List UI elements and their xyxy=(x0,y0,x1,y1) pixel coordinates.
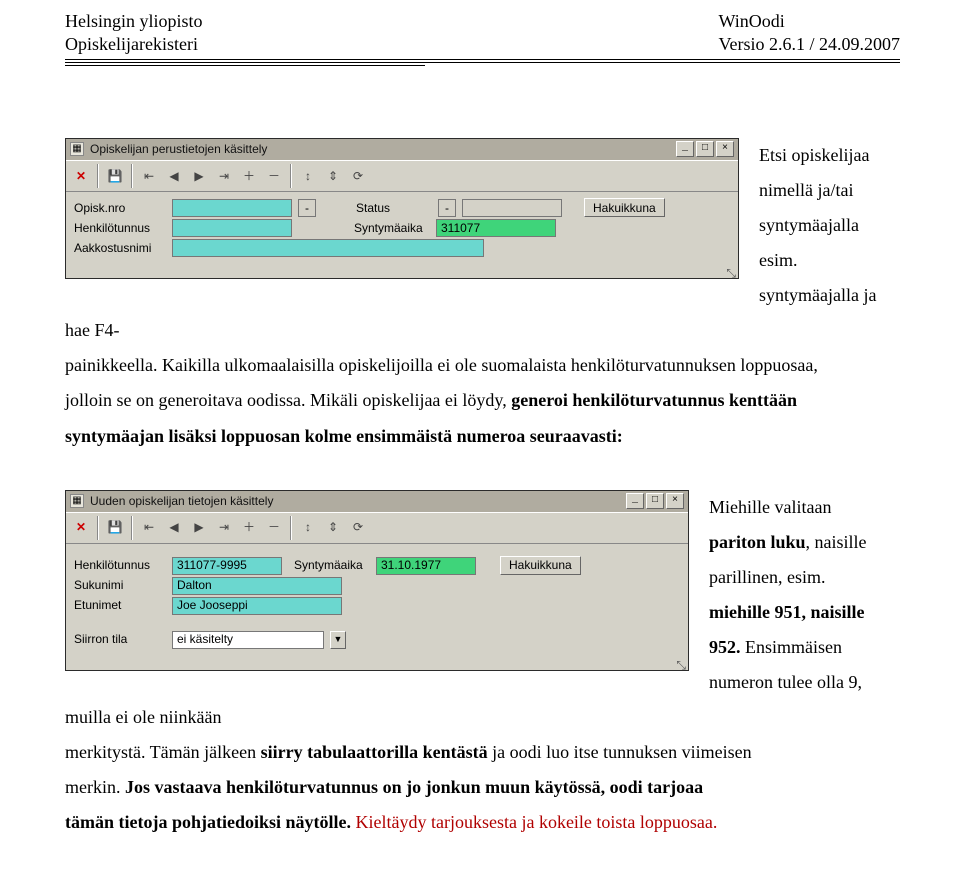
text-warning: Kieltäydy tarjouksesta ja kokeile toista… xyxy=(356,812,718,832)
text: esim. xyxy=(759,250,798,270)
text: muilla ei ole niinkään xyxy=(65,707,221,727)
label-henkilotunnus: Henkilötunnus xyxy=(74,221,166,235)
header-right-2: Versio 2.6.1 / 24.09.2007 xyxy=(719,33,901,56)
text: Ensimmäisen xyxy=(741,637,843,657)
refresh-icon[interactable]: ⟳ xyxy=(346,164,370,188)
syntymaika-field[interactable]: 311077 xyxy=(436,219,556,237)
add-icon[interactable]: ＋ xyxy=(237,516,261,540)
sort-icon[interactable]: ⇕ xyxy=(321,164,345,188)
sort-icon[interactable]: ⇕ xyxy=(321,516,345,540)
label-status: Status xyxy=(356,201,432,215)
text-bold: Jos vastaava henkilöturvatunnus on jo jo… xyxy=(125,777,703,797)
siirron-tila-field[interactable]: ei käsitelty xyxy=(172,631,324,649)
henkilotunnus-field[interactable] xyxy=(172,219,292,237)
remove-icon[interactable]: － xyxy=(262,164,286,188)
text-bold: syntymäajan lisäksi loppuosan kolme ensi… xyxy=(65,426,623,446)
doc-header: Helsingin yliopisto Opiskelijarekisteri … xyxy=(65,10,900,57)
window-title: Opiskelijan perustietojen käsittely xyxy=(90,142,674,156)
syntymaika-field[interactable]: 31.10.1977 xyxy=(376,557,476,575)
window-uuden-opiskelijan: ▦ Uuden opiskelijan tietojen käsittely _… xyxy=(65,490,689,671)
nav-last-icon[interactable]: ⇥ xyxy=(212,164,236,188)
nav-prev-icon[interactable]: ◀ xyxy=(162,516,186,540)
text-bold: generoi henkilöturvatunnus kenttään xyxy=(511,390,797,410)
close-button[interactable]: × xyxy=(716,141,734,157)
hakuikkuna-button[interactable]: Hakuikkuna xyxy=(500,556,581,575)
text: syntymäajalla ja xyxy=(759,285,876,305)
text: jolloin se on generoitava oodissa. Mikäl… xyxy=(65,390,511,410)
nav-next-icon[interactable]: ▶ xyxy=(187,164,211,188)
header-left-1: Helsingin yliopisto xyxy=(65,10,203,33)
label-opisk-nro: Opisk.nro xyxy=(74,201,166,215)
chevron-down-icon[interactable]: ▼ xyxy=(330,631,346,649)
window-icon: ▦ xyxy=(70,494,84,508)
text-bold: 952. xyxy=(709,637,741,657)
add-icon[interactable]: ＋ xyxy=(237,164,261,188)
label-siirron-tila: Siirron tila xyxy=(74,632,166,646)
etunimet-field[interactable]: Joe Jooseppi xyxy=(172,597,342,615)
hakuikkuna-button[interactable]: Hakuikkuna xyxy=(584,198,665,217)
divider-short xyxy=(65,65,425,66)
header-right-1: WinOodi xyxy=(719,10,901,33)
label-sukunimi: Sukunimi xyxy=(74,578,166,592)
text: syntymäajalla xyxy=(759,215,859,235)
label-aakkostusnimi: Aakkostusnimi xyxy=(74,241,166,255)
nav-first-icon[interactable]: ⇤ xyxy=(137,164,161,188)
minimize-button[interactable]: _ xyxy=(676,141,694,157)
maximize-button[interactable]: □ xyxy=(696,141,714,157)
divider xyxy=(65,62,900,63)
divider xyxy=(65,59,900,60)
label-syntymaika: Syntymäaika xyxy=(354,221,430,235)
titlebar: ▦ Uuden opiskelijan tietojen käsittely _… xyxy=(66,491,688,512)
label-syntymaika: Syntymäaika xyxy=(294,558,370,572)
save-icon[interactable]: 💾 xyxy=(103,164,127,188)
nav-prev-icon[interactable]: ◀ xyxy=(162,164,186,188)
text: painikkeella. Kaikilla ulkomaalaisilla o… xyxy=(65,355,818,375)
close-button[interactable]: × xyxy=(666,493,684,509)
text: numeron tulee olla 9, xyxy=(709,672,862,692)
resize-handle-icon[interactable]: ⤡ xyxy=(66,268,738,278)
aakkostusnimi-field[interactable] xyxy=(172,239,484,257)
text: merkin. xyxy=(65,777,125,797)
titlebar: ▦ Opiskelijan perustietojen käsittely _ … xyxy=(66,139,738,160)
text-bold: siirry tabulaattorilla kentästä xyxy=(261,742,488,762)
status-text: - xyxy=(438,199,456,217)
sort-icon[interactable]: ↕ xyxy=(296,516,320,540)
nav-last-icon[interactable]: ⇥ xyxy=(212,516,236,540)
maximize-button[interactable]: □ xyxy=(646,493,664,509)
minimize-button[interactable]: _ xyxy=(626,493,644,509)
opisk-nro-field[interactable] xyxy=(172,199,292,217)
text: , naisille xyxy=(806,532,867,552)
window-icon: ▦ xyxy=(70,142,84,156)
sukunimi-field[interactable]: Dalton xyxy=(172,577,342,595)
text: nimellä ja/tai xyxy=(759,180,853,200)
window-opiskelijan-perustiedot: ▦ Opiskelijan perustietojen käsittely _ … xyxy=(65,138,739,279)
henkilotunnus-field[interactable]: 311077-9995 xyxy=(172,557,282,575)
status-flag: - xyxy=(298,199,316,217)
text-bold: tämän tietoja pohjatiedoiksi näytölle. xyxy=(65,812,356,832)
text: Miehille valitaan xyxy=(709,497,831,517)
status-name xyxy=(462,199,562,217)
refresh-icon[interactable]: ⟳ xyxy=(346,516,370,540)
text-bold: miehille 951, naisille xyxy=(709,602,865,622)
text: parillinen, esim. xyxy=(709,567,825,587)
nav-next-icon[interactable]: ▶ xyxy=(187,516,211,540)
text: merkitystä. Tämän jälkeen xyxy=(65,742,261,762)
save-icon[interactable]: 💾 xyxy=(103,516,127,540)
toolbar: ✕ 💾 ⇤ ◀ ▶ ⇥ ＋ － ↕ ⇕ ⟳ xyxy=(66,512,688,544)
header-left-2: Opiskelijarekisteri xyxy=(65,33,203,56)
text-bold: pariton luku xyxy=(709,532,806,552)
text: ja oodi luo itse tunnuksen viimeisen xyxy=(488,742,752,762)
label-etunimet: Etunimet xyxy=(74,598,166,612)
text: hae F4- xyxy=(65,320,119,340)
close-icon[interactable]: ✕ xyxy=(69,164,93,188)
remove-icon[interactable]: － xyxy=(262,516,286,540)
resize-handle-icon[interactable]: ⤡ xyxy=(66,660,688,670)
close-icon[interactable]: ✕ xyxy=(69,516,93,540)
toolbar: ✕ 💾 ⇤ ◀ ▶ ⇥ ＋ － ↕ ⇕ ⟳ xyxy=(66,160,738,192)
sort-icon[interactable]: ↕ xyxy=(296,164,320,188)
nav-first-icon[interactable]: ⇤ xyxy=(137,516,161,540)
window-title: Uuden opiskelijan tietojen käsittely xyxy=(90,494,624,508)
label-henkilotunnus: Henkilötunnus xyxy=(74,558,166,572)
text: Etsi opiskelijaa xyxy=(759,145,869,165)
